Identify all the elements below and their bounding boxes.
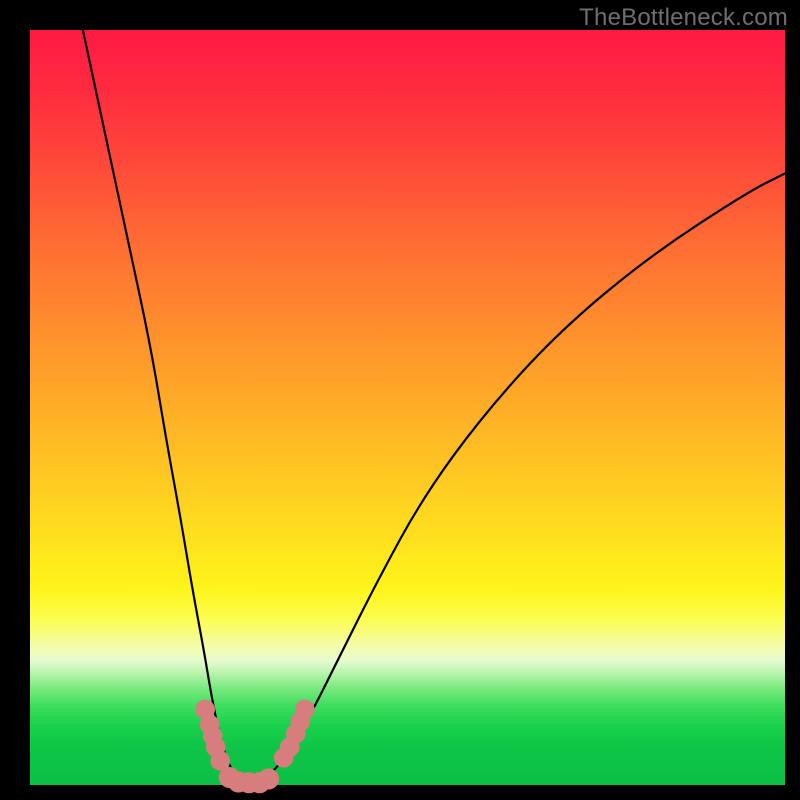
marker-dot: [295, 700, 315, 720]
bottleneck-markers: [195, 700, 314, 794]
watermark-text: TheBottleneck.com: [579, 4, 788, 32]
chart-frame: TheBottleneck.com: [0, 0, 800, 800]
bottleneck-curve: [83, 30, 785, 781]
curve-svg: [30, 30, 785, 785]
marker-dot: [258, 768, 279, 789]
plot-area: [30, 30, 785, 785]
